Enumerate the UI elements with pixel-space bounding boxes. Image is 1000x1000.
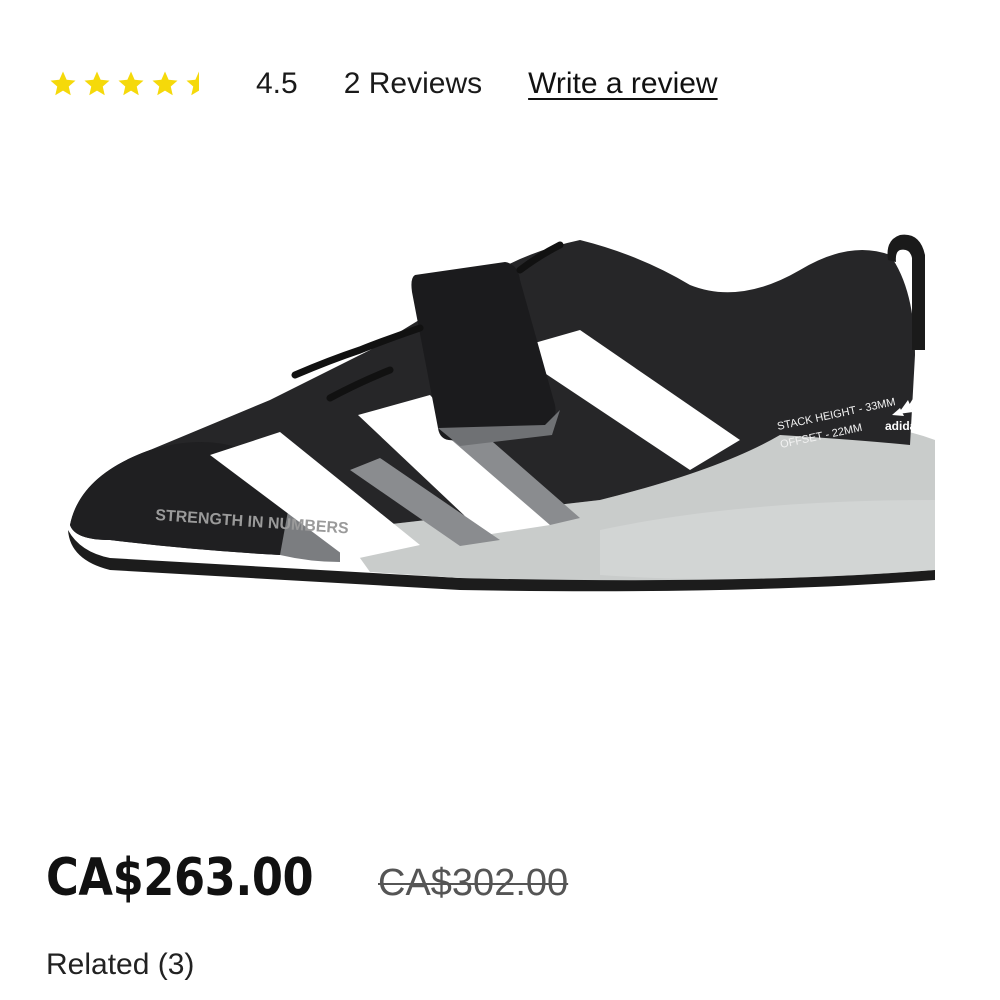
star-rating	[48, 69, 214, 99]
brand-text: adidas	[885, 419, 923, 433]
related-link[interactable]: Related (3)	[46, 948, 194, 982]
star-full-icon	[118, 71, 144, 96]
review-count[interactable]: 2 Reviews	[344, 67, 482, 101]
product-page: 4.5 2 Reviews Write a review STRENGTH IN…	[0, 0, 1000, 1000]
star-full-icon	[152, 71, 178, 96]
product-image[interactable]: STRENGTH IN NUMBERS STACK HEIGHT - 33MM …	[40, 200, 960, 640]
write-review-link[interactable]: Write a review	[528, 67, 718, 101]
price-row: CA$263.00 CA$302.00	[46, 848, 568, 908]
rating-row: 4.5 2 Reviews Write a review	[48, 58, 718, 110]
original-price: CA$302.00	[378, 862, 569, 904]
rating-value: 4.5	[256, 67, 298, 100]
current-price: CA$263.00	[46, 848, 314, 908]
shoe-illustration: STRENGTH IN NUMBERS STACK HEIGHT - 33MM …	[68, 234, 935, 592]
star-half-icon	[186, 71, 199, 96]
star-full-icon	[84, 71, 110, 96]
star-full-icon	[50, 71, 76, 96]
